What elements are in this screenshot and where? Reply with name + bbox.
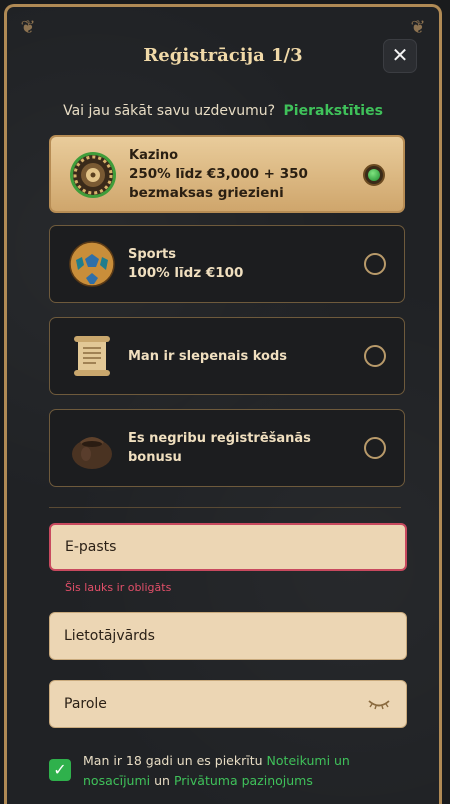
radio-button[interactable] — [364, 253, 386, 275]
ornament-icon: ❦ — [410, 17, 426, 38]
privacy-link[interactable]: Privātuma paziņojums — [174, 773, 313, 788]
bonus-option-casino[interactable]: Kazino 250% līdz €3,000 + 350 bezmaksas … — [49, 135, 405, 213]
terms-text: Man ir 18 gadi un es piekrītu Noteikumi … — [83, 753, 350, 788]
registration-modal: ❦ ❦ Reģistrācija 1/3 ✕ Vai jau sākāt sav… — [4, 4, 442, 804]
login-link[interactable]: Pierakstīties — [284, 103, 383, 119]
soccer-ball-icon — [69, 241, 115, 287]
roulette-icon — [70, 152, 116, 198]
terms-checkbox[interactable]: ✓ — [49, 759, 71, 781]
username-field[interactable]: Lietotājvārds — [49, 612, 407, 660]
radio-button[interactable] — [363, 164, 385, 186]
option-label: Kazino 250% līdz €3,000 + 350 bezmaksas … — [129, 147, 308, 201]
close-button[interactable]: ✕ — [383, 39, 417, 73]
bonus-option-sports[interactable]: Sports 100% līdz €100 — [49, 225, 405, 303]
checkmark-icon: ✓ — [53, 760, 67, 779]
scroll-icon — [74, 336, 110, 376]
option-label: Man ir slepenais kods — [128, 348, 288, 364]
login-prompt: Vai jau sākāt savu uzdevumu? Pierakstīti… — [7, 103, 439, 119]
divider — [49, 507, 401, 508]
pouch-icon — [72, 437, 112, 469]
option-label: Es negribu reģistrēšanās bonusu — [128, 431, 311, 465]
email-error-text: Šis lauks ir obligāts — [65, 581, 172, 594]
bonus-option-secret-code[interactable]: Man ir slepenais kods — [49, 317, 405, 395]
password-field[interactable]: Parole — [49, 680, 407, 728]
login-prompt-text: Vai jau sākāt savu uzdevumu? — [63, 103, 276, 119]
bonus-option-no-bonus[interactable]: Es negribu reģistrēšanās bonusu — [49, 409, 405, 487]
radio-button[interactable] — [364, 345, 386, 367]
radio-selected-icon — [368, 169, 380, 181]
page-title: Reģistrācija 1/3 — [143, 45, 303, 66]
option-label: Sports 100% līdz €100 — [128, 247, 244, 281]
ornament-icon: ❦ — [20, 17, 36, 38]
eye-closed-icon[interactable] — [368, 698, 390, 710]
email-field[interactable]: E-pasts — [49, 523, 407, 571]
close-icon: ✕ — [391, 43, 409, 67]
radio-button[interactable] — [364, 437, 386, 459]
